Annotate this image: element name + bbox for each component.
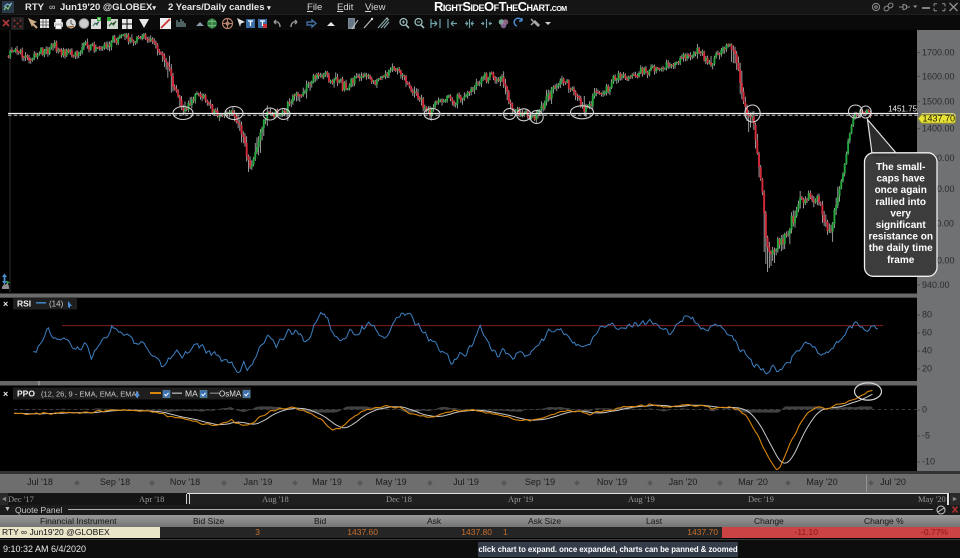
svg-text:1500.00: 1500.00 [922,97,955,107]
svg-text:significant: significant [876,220,927,231]
svg-text:resistance on: resistance on [868,232,932,243]
svg-text:rallied into: rallied into [875,197,926,208]
svg-text:1600.00: 1600.00 [922,71,955,81]
svg-text:frame: frame [887,255,915,266]
svg-text:1700.00: 1700.00 [922,48,955,58]
svg-text:RSI: RSI [17,299,31,309]
svg-text:60: 60 [922,328,932,338]
svg-text:the daily time: the daily time [869,243,933,254]
svg-text:OsMA: OsMA [219,390,242,399]
svg-text:940.00: 940.00 [922,280,950,290]
svg-text:once again: once again [875,185,927,196]
svg-text:1400.00: 1400.00 [922,124,955,134]
svg-text:-10: -10 [922,457,935,467]
svg-text:×: × [3,299,8,309]
svg-text:×: × [3,389,8,399]
svg-text:-5: -5 [922,431,930,441]
svg-text:(12, 26, 9 - EMA, EMA, EMA): (12, 26, 9 - EMA, EMA, EMA) [41,390,139,399]
svg-text:MA: MA [185,389,198,399]
svg-text:caps have: caps have [877,174,926,185]
svg-text:The small-: The small- [876,162,925,173]
svg-text:PPO: PPO [17,389,35,399]
svg-text:80: 80 [922,310,932,320]
svg-text:1437.70: 1437.70 [923,114,956,124]
svg-text:1451.75: 1451.75 [888,105,917,114]
svg-text:very: very [890,208,911,219]
svg-text:0: 0 [922,405,927,415]
svg-text:20: 20 [922,364,932,374]
svg-text:40: 40 [922,346,932,356]
svg-text:(14): (14) [49,300,64,309]
